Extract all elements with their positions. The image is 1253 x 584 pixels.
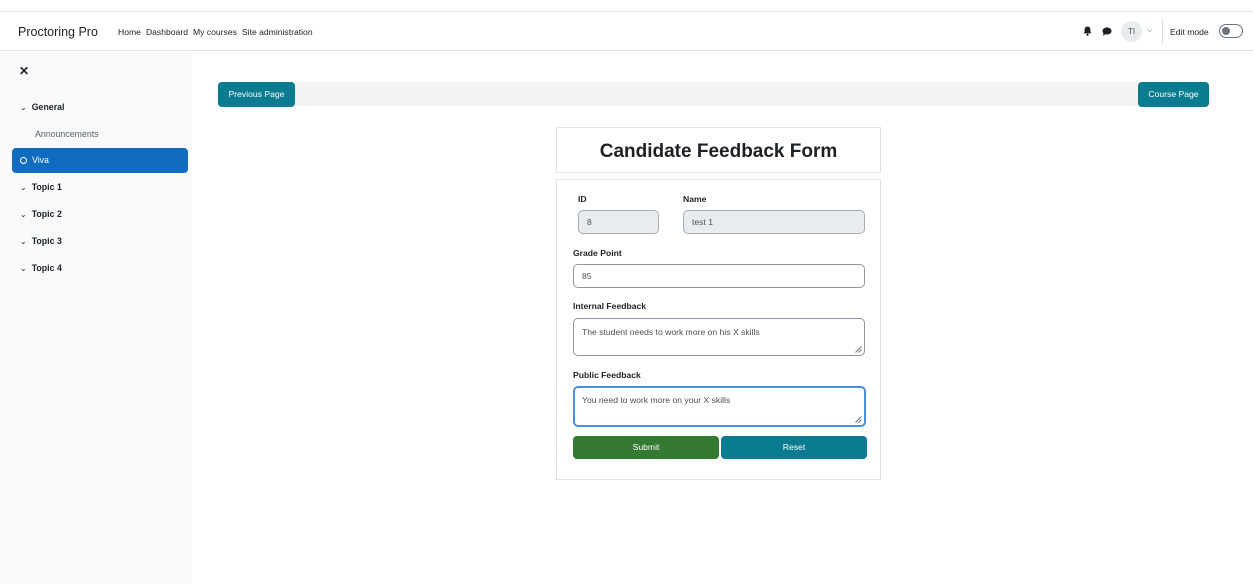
internal-feedback-textarea[interactable]: The student needs to work more on his X …	[573, 318, 865, 356]
primary-nav: Home Dashboard My courses Site administr…	[118, 27, 313, 37]
page-navigation-bar	[217, 82, 1209, 106]
sidebar-item-viva[interactable]: Viva	[12, 148, 188, 173]
top-navbar: Proctoring Pro Home Dashboard My courses…	[0, 12, 1253, 51]
name-field[interactable]: test 1	[683, 210, 865, 234]
close-icon[interactable]: ✕	[19, 64, 29, 78]
previous-page-button[interactable]: Previous Page	[218, 82, 295, 107]
nav-my-courses[interactable]: My courses	[193, 27, 237, 37]
id-field[interactable]: 8	[578, 210, 659, 234]
internal-feedback-label: Internal Feedback	[573, 301, 647, 311]
sidebar-section-topic-2[interactable]: ⌄ Topic 2	[20, 209, 62, 219]
chevron-down-icon: ⌄	[20, 264, 27, 273]
course-page-button[interactable]: Course Page	[1138, 82, 1209, 107]
reset-button[interactable]: Reset	[721, 436, 867, 459]
edit-mode-toggle[interactable]	[1219, 24, 1243, 38]
page-title: Candidate Feedback Form	[599, 141, 838, 162]
chevron-down-icon: ⌄	[20, 103, 27, 112]
edit-mode-label: Edit mode	[1170, 27, 1209, 37]
nav-dashboard[interactable]: Dashboard	[146, 27, 188, 37]
bell-icon[interactable]	[1083, 26, 1092, 36]
internal-feedback-text: The student needs to work more on his X …	[582, 327, 760, 337]
sidebar-item-announcements[interactable]: Announcements	[35, 129, 99, 139]
sidebar-section-general[interactable]: ⌄ General	[20, 102, 64, 112]
avatar[interactable]: TI	[1121, 21, 1142, 42]
chevron-down-icon: ⌄	[20, 237, 27, 246]
feedback-form: ID Name 8 test 1 Grade Point 85 Internal…	[556, 179, 881, 480]
public-feedback-text: You need to work more on your X skills	[582, 395, 731, 405]
divider	[1162, 19, 1163, 44]
resize-handle-icon[interactable]	[855, 346, 862, 353]
grade-point-label: Grade Point	[573, 248, 622, 258]
course-index-drawer: ✕ ⌄ General Announcements Viva ⌄ Topic 1 ⌄…	[0, 52, 192, 584]
nav-site-administration[interactable]: Site administration	[242, 27, 313, 37]
name-label: Name	[683, 194, 707, 204]
site-brand[interactable]: Proctoring Pro	[18, 25, 98, 39]
user-menu-area: TI ⌵ Edit mode	[1053, 12, 1253, 51]
submit-button[interactable]: Submit	[573, 436, 719, 459]
sidebar-section-topic-3[interactable]: ⌄ Topic 3	[20, 236, 62, 246]
chevron-down-icon[interactable]: ⌵	[1147, 27, 1152, 35]
form-title-card: Candidate Feedback Form	[556, 127, 881, 173]
chat-icon[interactable]	[1102, 27, 1112, 36]
chevron-down-icon: ⌄	[20, 210, 27, 219]
resize-handle-icon[interactable]	[855, 416, 862, 423]
public-feedback-label: Public Feedback	[573, 370, 641, 380]
circle-icon	[20, 157, 27, 164]
sidebar-section-topic-1[interactable]: ⌄ Topic 1	[20, 182, 62, 192]
public-feedback-textarea[interactable]: You need to work more on your X skills	[573, 386, 866, 427]
id-label: ID	[578, 194, 587, 204]
sidebar-section-topic-4[interactable]: ⌄ Topic 4	[20, 263, 62, 273]
nav-home[interactable]: Home	[118, 27, 141, 37]
grade-point-field[interactable]: 85	[573, 264, 865, 288]
chevron-down-icon: ⌄	[20, 183, 27, 192]
